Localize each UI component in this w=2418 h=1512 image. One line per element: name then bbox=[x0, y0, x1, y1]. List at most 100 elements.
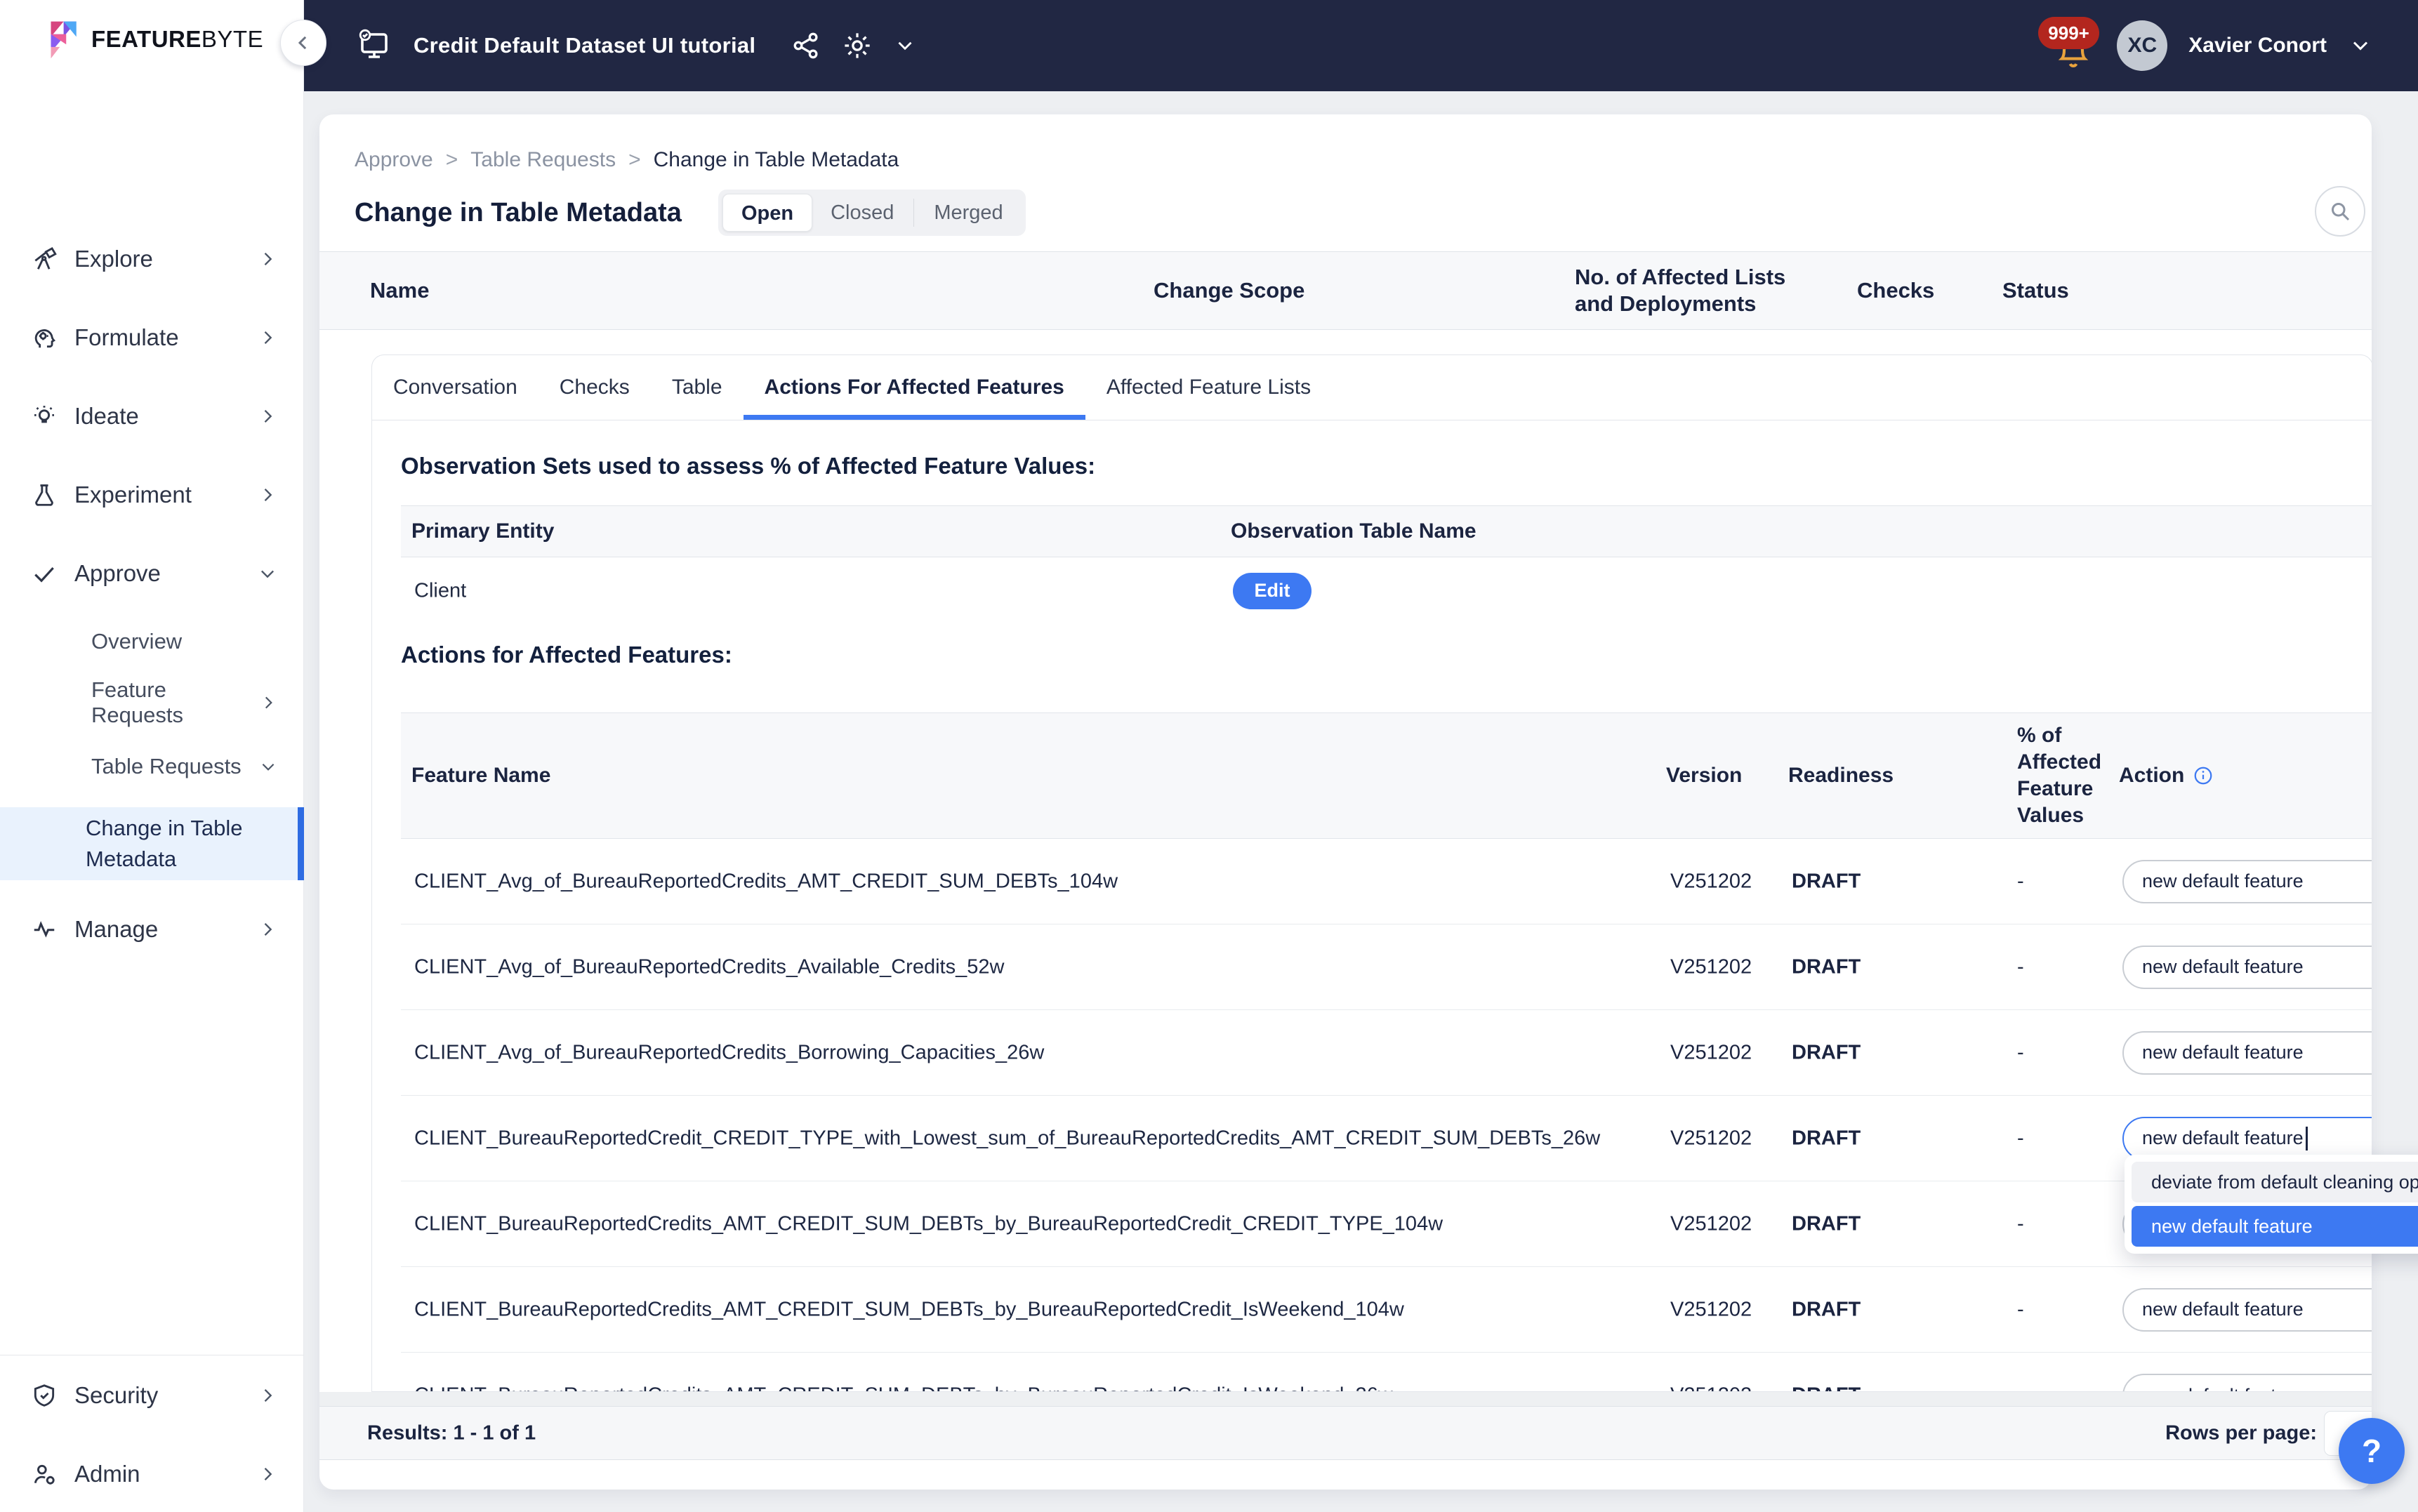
tab-actions-for-affected-features[interactable]: Actions For Affected Features bbox=[744, 355, 1085, 420]
action-select[interactable]: new default feature bbox=[2122, 946, 2372, 989]
column-readiness: Readiness bbox=[1788, 764, 1894, 788]
column-pct-affected: % of Affected Feature Values bbox=[2017, 722, 2119, 829]
tab-table[interactable]: Table bbox=[651, 355, 744, 420]
results-count: Results: 1 - 1 of 1 bbox=[367, 1421, 536, 1445]
user-avatar[interactable]: XC bbox=[2117, 20, 2167, 71]
sidebar-item-change-in-table-metadata[interactable]: Change in Table Metadata bbox=[0, 807, 304, 880]
lightbulb-icon bbox=[31, 403, 58, 430]
feature-row: CLIENT_BureauReportedCredits_AMT_CREDIT_… bbox=[401, 1267, 2372, 1353]
breadcrumb-current: Change in Table Metadata bbox=[654, 148, 899, 172]
feature-row: CLIENT_BureauReportedCredits_AMT_CREDIT_… bbox=[401, 1181, 2372, 1267]
breadcrumb-separator: > bbox=[628, 148, 641, 172]
featurebyte-logo-mark bbox=[41, 19, 81, 60]
action-select[interactable]: new default feature bbox=[2122, 860, 2372, 903]
column-affected-lists: No. of Affected Lists and Deployments bbox=[1575, 264, 1817, 317]
status-filter-group: Open Closed Merged bbox=[718, 190, 1026, 236]
sidebar-item-formulate[interactable]: Formulate bbox=[0, 317, 304, 359]
observation-table: Primary Entity Observation Table Name Cl… bbox=[401, 505, 2372, 624]
column-observation-table-name: Observation Table Name bbox=[1231, 519, 1476, 543]
column-action: Action bbox=[2119, 764, 2214, 788]
action-select[interactable]: new default feature bbox=[2122, 1031, 2372, 1075]
dropdown-option-new-default-feature[interactable]: new default feature bbox=[2132, 1206, 2418, 1247]
user-menu-chevron-icon[interactable] bbox=[2348, 33, 2373, 58]
info-icon[interactable] bbox=[2193, 765, 2214, 786]
main-content-card: Approve > Table Requests > Change in Tab… bbox=[319, 114, 2372, 1490]
status-tab-closed[interactable]: Closed bbox=[812, 194, 912, 232]
observation-row: Client Edit bbox=[401, 557, 2372, 624]
results-footer: Results: 1 - 1 of 1 Rows per page: bbox=[319, 1406, 2372, 1460]
observation-sets-heading: Observation Sets used to assess % of Aff… bbox=[401, 452, 2372, 480]
column-checks: Checks bbox=[1857, 278, 1934, 303]
page-title: Change in Table Metadata bbox=[355, 198, 682, 228]
notification-count-badge: 999+ bbox=[2038, 17, 2099, 49]
user-gear-icon bbox=[31, 1461, 58, 1487]
search-button[interactable] bbox=[2315, 186, 2365, 237]
column-status: Status bbox=[2002, 278, 2069, 303]
feature-row: CLIENT_BureauReportedCredits_AMT_CREDIT_… bbox=[401, 1353, 2372, 1392]
chevron-right-icon bbox=[258, 249, 277, 269]
active-nav-indicator bbox=[298, 807, 304, 880]
tab-checks[interactable]: Checks bbox=[539, 355, 651, 420]
request-detail-panel: Conversation Checks Table Actions For Af… bbox=[371, 354, 2372, 1392]
telescope-icon bbox=[31, 246, 58, 272]
share-icon[interactable] bbox=[791, 30, 821, 61]
status-tab-open[interactable]: Open bbox=[722, 194, 812, 232]
column-primary-entity: Primary Entity bbox=[411, 519, 554, 543]
breadcrumb: Approve > Table Requests > Change in Tab… bbox=[355, 148, 899, 172]
workspace-monitor-icon bbox=[355, 26, 394, 65]
actions-heading: Actions for Affected Features: bbox=[401, 641, 2372, 669]
request-table-header: Name Change Scope No. of Affected Lists … bbox=[319, 251, 2372, 330]
action-select[interactable]: new default feature bbox=[2122, 1374, 2372, 1392]
feature-row: CLIENT_Avg_of_BureauReportedCredits_AMT_… bbox=[401, 839, 2372, 924]
sidebar-collapse-button[interactable] bbox=[280, 20, 326, 66]
featurebyte-logo: FEATUREBYTE bbox=[41, 18, 263, 60]
notifications-bell-icon[interactable]: 999+ bbox=[2054, 15, 2096, 76]
chevron-down-icon bbox=[258, 564, 277, 583]
panel-footer-gap bbox=[319, 1392, 2372, 1406]
feature-row: CLIENT_BureauReportedCredit_CREDIT_TYPE_… bbox=[401, 1096, 2372, 1181]
chevron-down-icon bbox=[259, 757, 277, 776]
featurebyte-logo-text: FEATUREBYTE bbox=[91, 26, 263, 53]
dropdown-option-deviate[interactable]: deviate from default cleaning oper bbox=[2132, 1162, 2418, 1202]
status-tab-merged[interactable]: Merged bbox=[916, 194, 1021, 232]
chevron-right-icon bbox=[258, 406, 277, 426]
action-select-focused[interactable]: new default feature bbox=[2122, 1117, 2372, 1160]
edit-button[interactable]: Edit bbox=[1233, 573, 1312, 609]
primary-entity-value: Client bbox=[414, 579, 466, 602]
sidebar-item-manage[interactable]: Manage bbox=[0, 908, 304, 950]
action-select[interactable]: new default feature bbox=[2122, 1288, 2372, 1332]
help-button[interactable]: ? bbox=[2339, 1418, 2405, 1484]
flask-icon bbox=[31, 482, 58, 508]
chevron-right-icon bbox=[258, 1464, 277, 1484]
sidebar-item-explore[interactable]: Explore bbox=[0, 238, 304, 280]
sidebar-item-ideate[interactable]: Ideate bbox=[0, 395, 304, 437]
features-table-header: Feature Name Version Readiness % of Affe… bbox=[401, 712, 2372, 839]
check-icon bbox=[31, 560, 58, 587]
chevron-right-icon bbox=[258, 920, 277, 939]
breadcrumb-approve[interactable]: Approve bbox=[355, 148, 433, 172]
sidebar-item-feature-requests[interactable]: Feature Requests bbox=[0, 683, 304, 722]
detail-tabs: Conversation Checks Table Actions For Af… bbox=[372, 355, 2372, 420]
tab-affected-feature-lists[interactable]: Affected Feature Lists bbox=[1085, 355, 1332, 420]
settings-gear-icon[interactable] bbox=[841, 29, 873, 62]
features-table: Feature Name Version Readiness % of Affe… bbox=[401, 712, 2372, 1392]
user-name: Xavier Conort bbox=[2188, 34, 2327, 58]
sidebar-item-security[interactable]: Security bbox=[0, 1374, 304, 1417]
sidebar-item-overview[interactable]: Overview bbox=[0, 622, 304, 661]
feature-row: CLIENT_Avg_of_BureauReportedCredits_Borr… bbox=[401, 1010, 2372, 1096]
sidebar-item-experiment[interactable]: Experiment bbox=[0, 474, 304, 516]
sidebar-item-admin[interactable]: Admin bbox=[0, 1453, 304, 1495]
chevron-right-icon bbox=[258, 328, 277, 347]
sidebar-item-table-requests[interactable]: Table Requests bbox=[0, 747, 304, 786]
observation-table-header: Primary Entity Observation Table Name bbox=[401, 505, 2372, 557]
rows-per-page-label: Rows per page: bbox=[2165, 1421, 2317, 1445]
chevron-right-icon bbox=[258, 1386, 277, 1405]
column-name: Name bbox=[370, 278, 429, 303]
breadcrumb-table-requests[interactable]: Table Requests bbox=[470, 148, 616, 172]
sidebar-item-approve[interactable]: Approve bbox=[0, 552, 304, 595]
topbar: Credit Default Dataset UI tutorial 999+ … bbox=[0, 0, 2418, 91]
search-icon bbox=[2327, 199, 2353, 224]
feature-row: CLIENT_Avg_of_BureauReportedCredits_Avai… bbox=[401, 924, 2372, 1010]
tab-conversation[interactable]: Conversation bbox=[372, 355, 539, 420]
workspace-chevron-down-icon[interactable] bbox=[893, 34, 917, 58]
